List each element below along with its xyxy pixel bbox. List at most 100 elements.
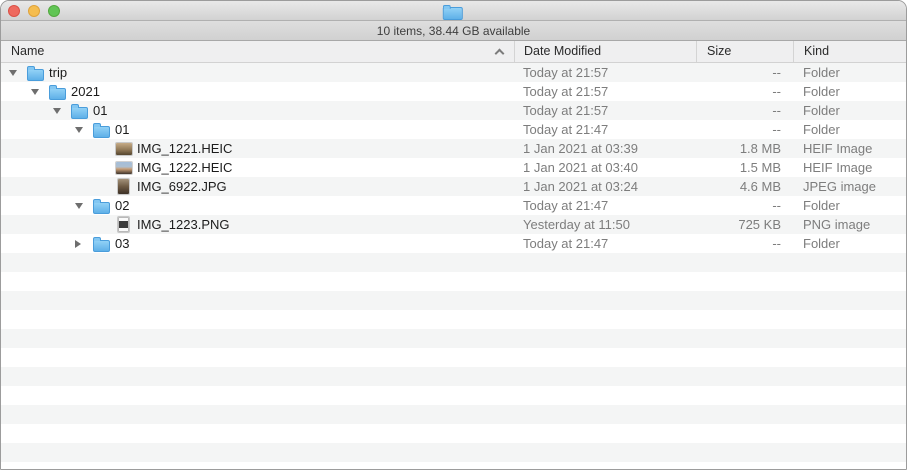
table-row[interactable]: 2021 Today at 21:57 -- Folder bbox=[1, 82, 906, 101]
file-icon-slot bbox=[27, 63, 44, 82]
date-modified-value: Today at 21:47 bbox=[514, 234, 696, 253]
column-header-kind[interactable]: Kind bbox=[793, 41, 907, 62]
column-header-size[interactable]: Size bbox=[696, 41, 793, 62]
kind-value: HEIF Image bbox=[793, 158, 907, 177]
column-header-row: Name Date Modified Size Kind bbox=[1, 41, 906, 63]
folder-icon bbox=[442, 7, 462, 20]
window-proxy-icon[interactable] bbox=[442, 3, 462, 20]
traffic-lights bbox=[8, 5, 60, 17]
file-icon-slot bbox=[115, 139, 132, 158]
file-name: IMG_1223.PNG bbox=[137, 215, 230, 234]
name-cell: 01 bbox=[1, 120, 514, 139]
column-header-kind-label: Kind bbox=[804, 44, 829, 58]
size-value: -- bbox=[696, 82, 793, 101]
date-modified-value: Today at 21:47 bbox=[514, 196, 696, 215]
table-row[interactable]: IMG_1223.PNG Yesterday at 11:50 725 KB P… bbox=[1, 215, 906, 234]
file-name: IMG_6922.JPG bbox=[137, 177, 227, 196]
table-row[interactable]: IMG_1222.HEIC 1 Jan 2021 at 03:40 1.5 MB… bbox=[1, 158, 906, 177]
name-cell: IMG_1222.HEIC bbox=[1, 158, 514, 177]
folder-icon bbox=[93, 240, 110, 252]
size-value: -- bbox=[696, 101, 793, 120]
column-header-size-label: Size bbox=[707, 44, 731, 58]
folder-icon bbox=[93, 126, 110, 138]
size-value: -- bbox=[696, 120, 793, 139]
file-name: 2021 bbox=[71, 82, 100, 101]
disclosure-toggle[interactable] bbox=[9, 63, 27, 82]
triangle-down-icon bbox=[75, 127, 83, 133]
date-modified-value: 1 Jan 2021 at 03:24 bbox=[514, 177, 696, 196]
table-row[interactable]: 01 Today at 21:47 -- Folder bbox=[1, 120, 906, 139]
name-cell: IMG_1223.PNG bbox=[1, 215, 514, 234]
close-button[interactable] bbox=[8, 5, 20, 17]
kind-value: PNG image bbox=[793, 215, 907, 234]
name-cell: 02 bbox=[1, 196, 514, 215]
size-value: -- bbox=[696, 63, 793, 82]
folder-icon bbox=[93, 202, 110, 214]
disclosure-toggle[interactable] bbox=[31, 82, 49, 101]
table-row[interactable]: 03 Today at 21:47 -- Folder bbox=[1, 234, 906, 253]
triangle-down-icon bbox=[31, 89, 39, 95]
disclosure-toggle[interactable] bbox=[75, 196, 93, 215]
column-header-date-label: Date Modified bbox=[524, 44, 601, 58]
file-name: IMG_1221.HEIC bbox=[137, 139, 232, 158]
image-thumbnail-icon bbox=[116, 143, 132, 155]
column-header-name[interactable]: Name bbox=[1, 41, 514, 62]
folder-icon bbox=[71, 107, 88, 119]
date-modified-value: 1 Jan 2021 at 03:40 bbox=[514, 158, 696, 177]
disclosure-toggle[interactable] bbox=[75, 234, 93, 253]
file-icon-slot bbox=[93, 120, 110, 139]
file-list: trip Today at 21:57 -- Folder 2021 Today… bbox=[1, 63, 906, 470]
file-icon-slot bbox=[115, 177, 132, 196]
kind-value: Folder bbox=[793, 63, 907, 82]
size-value: -- bbox=[696, 196, 793, 215]
column-header-name-label: Name bbox=[11, 44, 44, 58]
column-header-date-modified[interactable]: Date Modified bbox=[514, 41, 696, 62]
disclosure-toggle[interactable] bbox=[53, 101, 71, 120]
file-name: 03 bbox=[115, 234, 129, 253]
file-name: IMG_1222.HEIC bbox=[137, 158, 232, 177]
image-thumbnail-icon bbox=[116, 162, 132, 174]
table-row[interactable]: IMG_6922.JPG 1 Jan 2021 at 03:24 4.6 MB … bbox=[1, 177, 906, 196]
minimize-button[interactable] bbox=[28, 5, 40, 17]
status-text: 10 items, 38.44 GB available bbox=[377, 24, 530, 38]
file-icon-slot bbox=[71, 101, 88, 120]
image-thumbnail-icon bbox=[118, 179, 129, 194]
date-modified-value: Today at 21:47 bbox=[514, 120, 696, 139]
table-row[interactable]: IMG_1221.HEIC 1 Jan 2021 at 03:39 1.8 MB… bbox=[1, 139, 906, 158]
kind-value: Folder bbox=[793, 196, 907, 215]
file-icon-slot bbox=[115, 158, 132, 177]
kind-value: Folder bbox=[793, 101, 907, 120]
name-cell: 01 bbox=[1, 101, 514, 120]
table-row[interactable]: 02 Today at 21:47 -- Folder bbox=[1, 196, 906, 215]
file-name: 02 bbox=[115, 196, 129, 215]
folder-icon bbox=[49, 88, 66, 100]
size-value: 1.8 MB bbox=[696, 139, 793, 158]
kind-value: Folder bbox=[793, 82, 907, 101]
zoom-button[interactable] bbox=[48, 5, 60, 17]
name-cell: trip bbox=[1, 63, 514, 82]
date-modified-value: 1 Jan 2021 at 03:39 bbox=[514, 139, 696, 158]
title-bar[interactable] bbox=[1, 1, 906, 21]
disclosure-toggle[interactable] bbox=[75, 120, 93, 139]
file-name: 01 bbox=[115, 120, 129, 139]
file-name: trip bbox=[49, 63, 67, 82]
date-modified-value: Today at 21:57 bbox=[514, 101, 696, 120]
kind-value: Folder bbox=[793, 120, 907, 139]
table-row[interactable]: 01 Today at 21:57 -- Folder bbox=[1, 101, 906, 120]
file-icon-slot bbox=[49, 82, 66, 101]
size-value: 725 KB bbox=[696, 215, 793, 234]
date-modified-value: Today at 21:57 bbox=[514, 63, 696, 82]
name-cell: 03 bbox=[1, 234, 514, 253]
kind-value: Folder bbox=[793, 234, 907, 253]
size-value: 4.6 MB bbox=[696, 177, 793, 196]
image-thumbnail-icon bbox=[118, 217, 129, 232]
size-value: -- bbox=[696, 234, 793, 253]
kind-value: JPEG image bbox=[793, 177, 907, 196]
kind-value: HEIF Image bbox=[793, 139, 907, 158]
folder-icon bbox=[27, 69, 44, 81]
table-row[interactable]: trip Today at 21:57 -- Folder bbox=[1, 63, 906, 82]
file-icon-slot bbox=[115, 215, 132, 234]
disclosure-toggle bbox=[97, 139, 115, 158]
status-bar: 10 items, 38.44 GB available bbox=[1, 21, 906, 41]
file-name: 01 bbox=[93, 101, 107, 120]
